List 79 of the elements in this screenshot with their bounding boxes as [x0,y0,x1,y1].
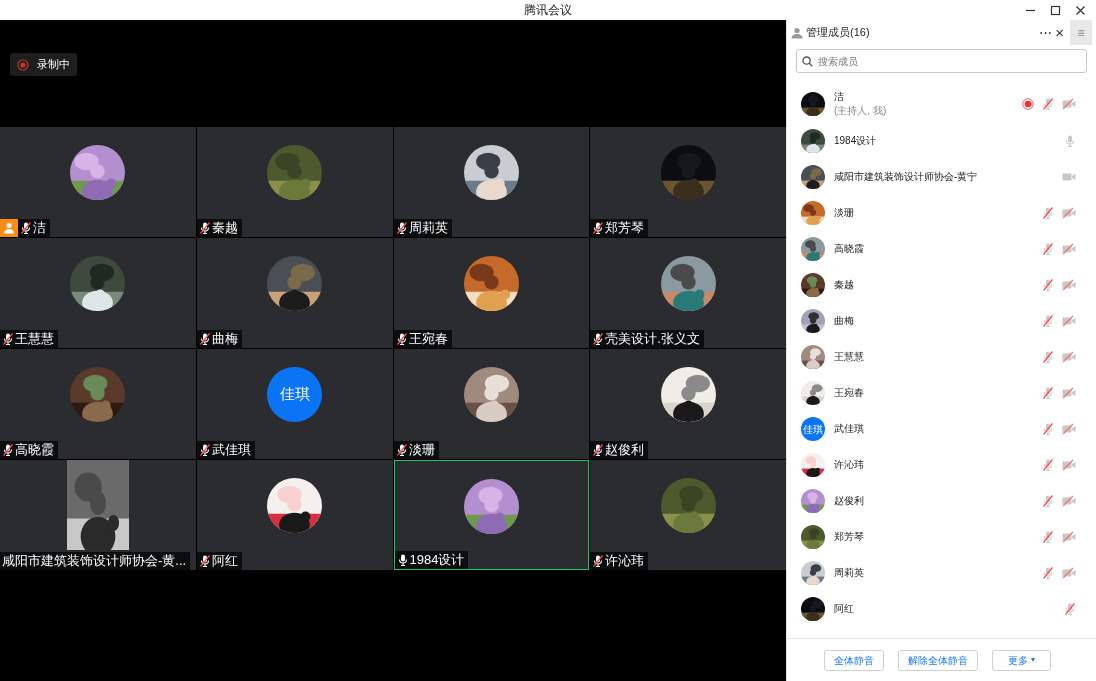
video-tile[interactable]: 秦越 [196,127,393,237]
video-tile[interactable]: 淡珊 [393,349,590,459]
video-tile[interactable]: 阿红 [196,460,393,570]
name-label: 曲梅 [196,330,242,348]
name-label: 郑芳琴 [590,219,649,237]
toolbar-button[interactable]: 解除全体静音 [898,649,978,671]
video-tile[interactable]: 洁 [0,127,196,237]
member-row[interactable]: 王慧慧 [787,339,1096,375]
member-name: 赵俊利 [834,494,865,508]
close-icon[interactable] [1075,4,1086,16]
maximize-icon[interactable] [1050,4,1061,16]
member-name: 淡珊 [834,206,855,220]
video-tile[interactable]: 曲梅 [196,238,393,348]
name-label: 咸阳市建筑装饰设计师协会-黄... [0,552,191,570]
name-label: 许沁玮 [590,552,649,570]
video-tile[interactable]: 王慧慧 [0,238,196,348]
member-name: 武佳琪 [834,422,865,436]
video-tile[interactable]: 周莉英 [393,127,590,237]
member-row[interactable]: 淡珊 [787,195,1096,231]
name-label: 壳美设计.张义文 [590,330,704,348]
member-role: (主持人, 我) [834,104,888,118]
member-row[interactable]: 阿红 [787,591,1096,627]
video-tile[interactable]: 咸阳市建筑装饰设计师协会-黄... [0,460,196,570]
member-name: 周莉英 [834,566,865,580]
member-row[interactable]: 洁 (主持人, 我) [787,85,1096,123]
member-row[interactable]: 王宛春 [787,375,1096,411]
video-tile[interactable]: 1984设计 [393,460,590,570]
search-field[interactable]: 搜索成员 [796,49,1087,73]
name-label: 王慧慧 [0,330,58,348]
member-row[interactable]: 秦越 [787,267,1096,303]
close-button[interactable]: × [1053,25,1066,40]
member-row[interactable]: 佳琪 武佳琪 [787,411,1096,447]
member-name: 曲梅 [834,314,855,328]
member-row[interactable]: 赵俊利 [787,483,1096,519]
video-tile[interactable]: 赵俊利 [590,349,786,459]
member-name: 阿红 [834,602,855,616]
member-row[interactable]: 郑芳琴 [787,519,1096,555]
member-row[interactable]: 曲梅 [787,303,1096,339]
member-row[interactable]: 周莉英 [787,555,1096,591]
name-label: 高晓霞 [0,441,58,459]
video-tile[interactable]: 高晓霞 [0,349,196,459]
name-label: 秦越 [196,219,242,237]
toolbar-button[interactable]: 更多 ▾ [992,649,1051,671]
name-label: 王宛春 [393,330,452,348]
name-label: 1984设计 [394,551,469,569]
member-name: 王宛春 [834,386,865,400]
initials-avatar: 佳琪 [801,417,825,441]
initials-avatar: 佳琪 [267,367,323,422]
recording-label: 录制中 [37,57,70,73]
name-label: 阿红 [196,552,242,570]
name-label: 周莉英 [393,219,452,237]
member-row[interactable]: 咸阳市建筑装饰设计师协会-黄宁 [787,159,1096,195]
member-row[interactable]: 1984设计 [787,123,1096,159]
member-row[interactable]: 高晓霞 [787,231,1096,267]
video-tile[interactable]: 王宛春 [393,238,590,348]
member-row[interactable]: 许沁玮 [787,447,1096,483]
member-name: 咸阳市建筑装饰设计师协会-黄宁 [834,170,979,184]
video-tile[interactable]: 壳美设计.张义文 [590,238,786,348]
member-name: 高晓霞 [834,242,865,256]
name-label: 淡珊 [393,441,439,459]
video-tile[interactable]: 许沁玮 [590,460,786,570]
more-button[interactable]: ⋯ [1038,26,1054,39]
record-icon [17,58,29,71]
name-label: 赵俊利 [590,441,649,459]
member-name: 许沁玮 [834,458,865,472]
member-name: 洁 [834,90,845,104]
member-name: 1984设计 [834,134,878,148]
name-label: 洁 [18,219,50,237]
name-label: 武佳琪 [196,441,255,459]
search-icon [802,56,813,67]
member-name: 王慧慧 [834,350,865,364]
member-name: 秦越 [834,278,855,292]
toolbar-button[interactable]: 全体静音 [824,649,884,671]
video-tile[interactable]: 郑芳琴 [590,127,786,237]
video-tile[interactable]: 佳琪 武佳琪 [196,349,393,459]
member-name: 郑芳琴 [834,530,865,544]
person-icon [791,26,803,39]
panel-title: 管理成员(16) [806,25,870,41]
window-title: 腾讯会议 [524,2,572,19]
